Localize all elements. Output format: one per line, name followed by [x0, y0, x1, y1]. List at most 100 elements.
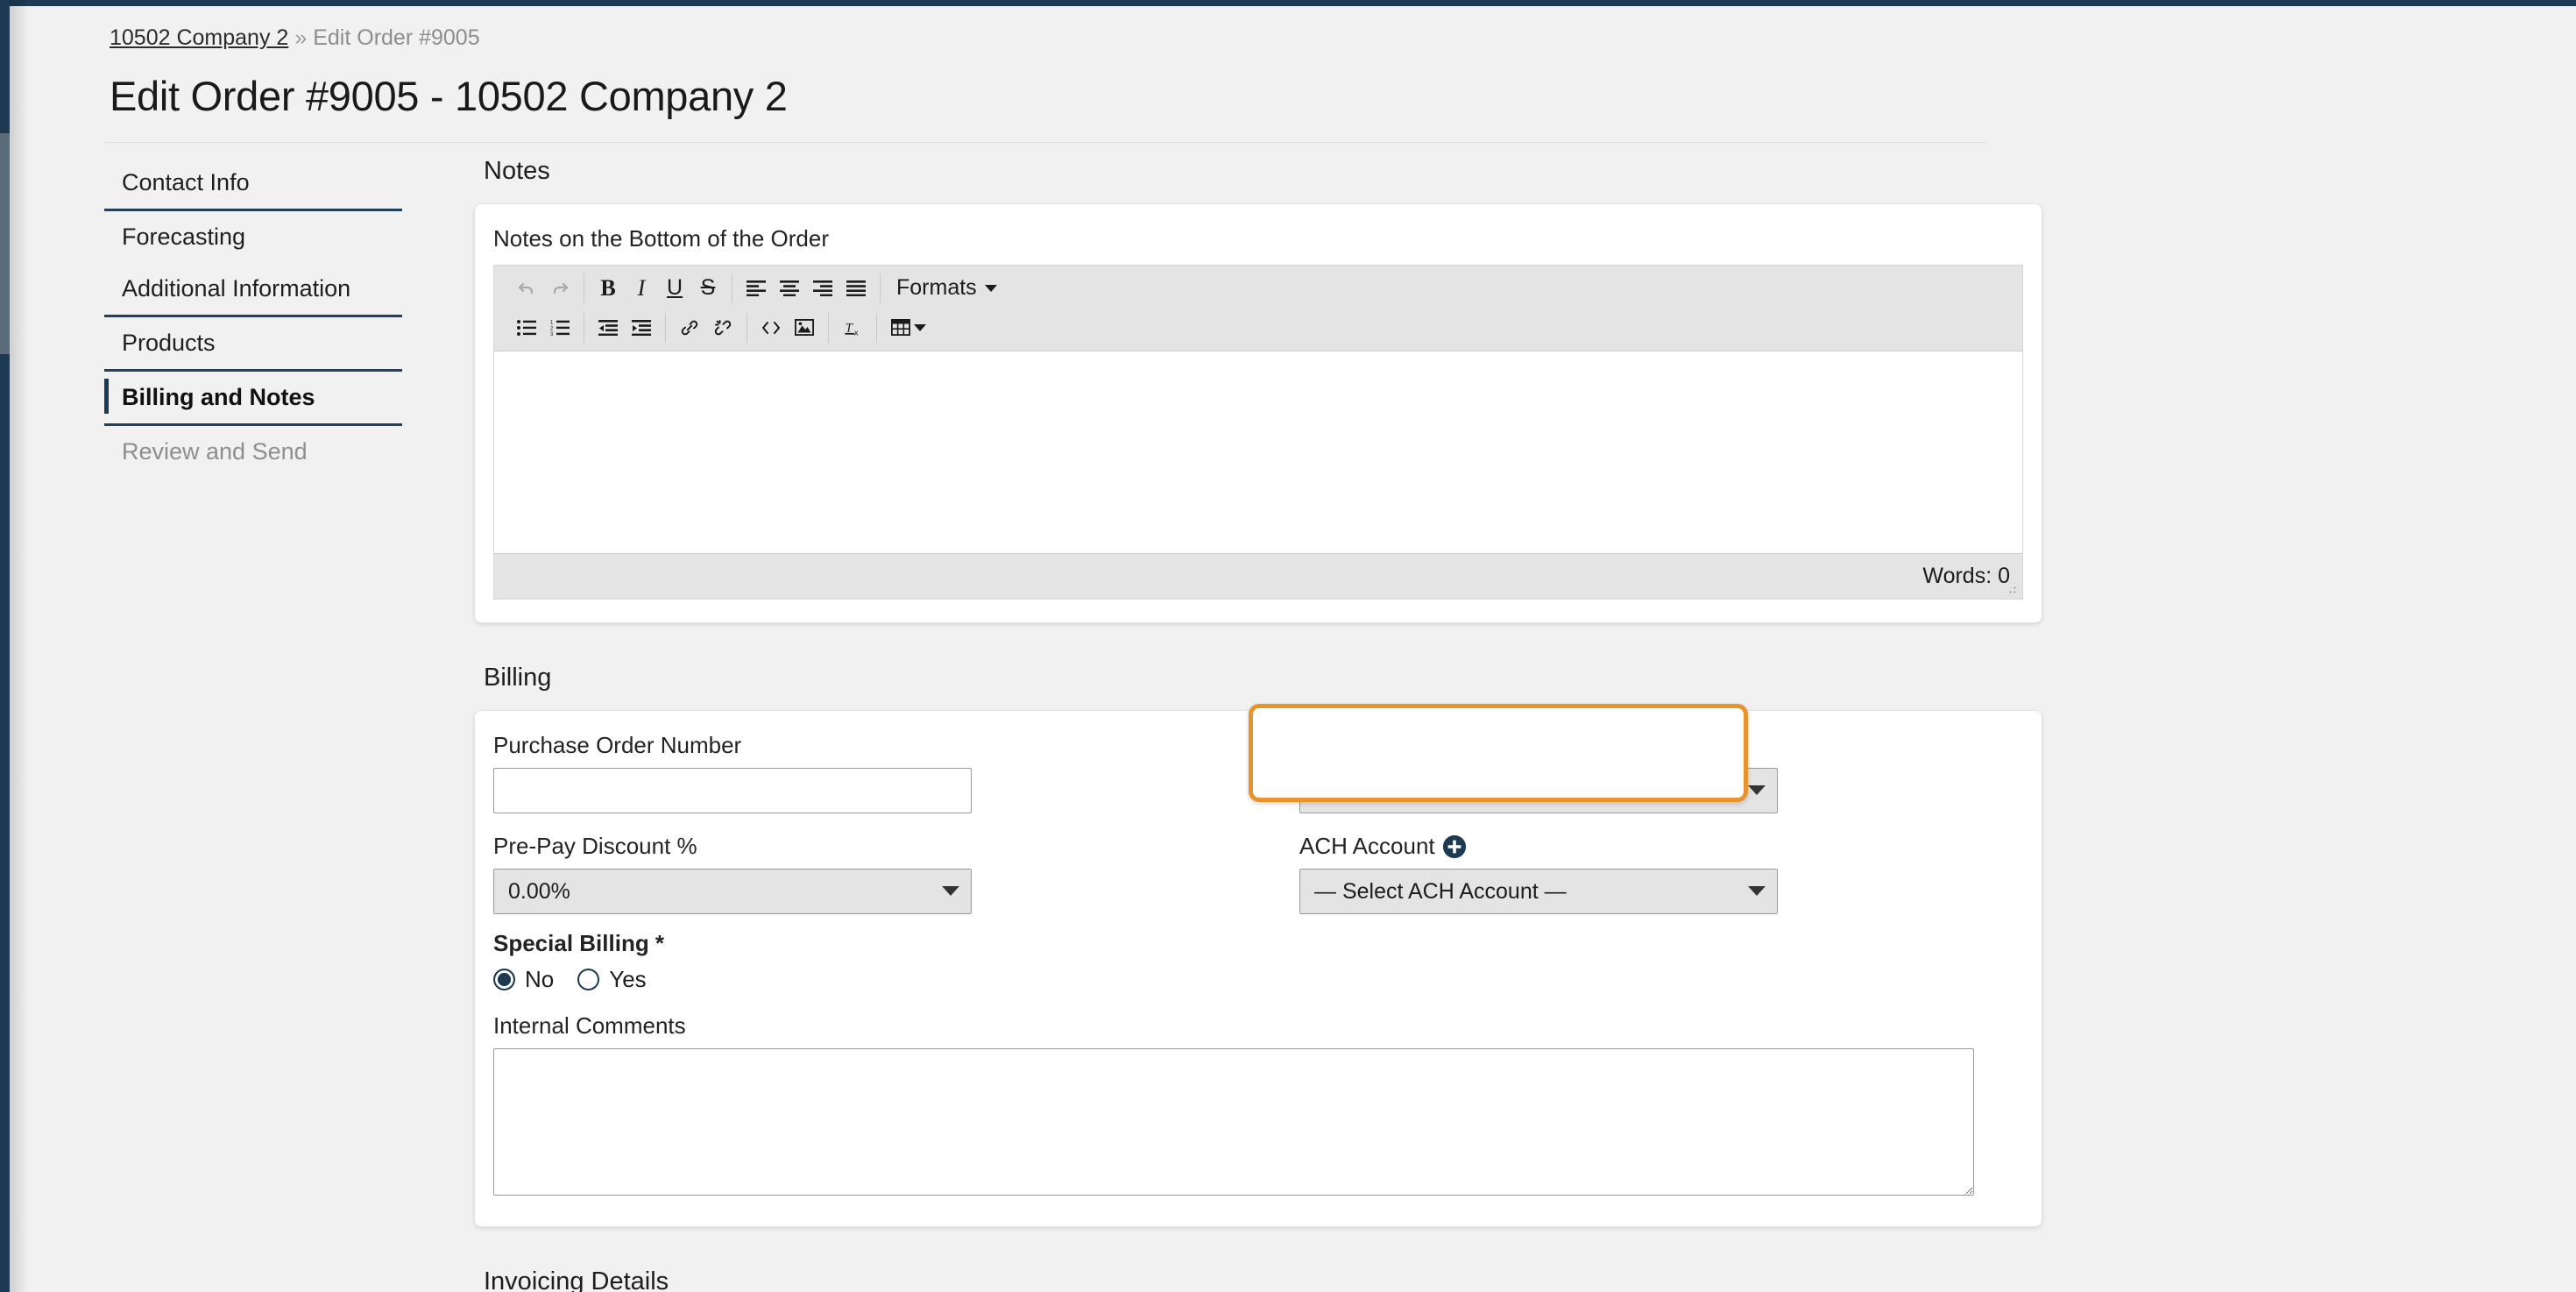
sidebar-item-additional-information[interactable]: Additional Information — [104, 263, 402, 315]
add-ach-account-plus-circle-icon[interactable] — [1443, 835, 1466, 858]
word-count: Words: 0 — [1922, 564, 2010, 589]
text-style-group: B I U S — [584, 273, 732, 303]
breadcrumb: 10502 Company 2»Edit Order #9005 — [110, 25, 480, 51]
special-billing-label: Special Billing * — [493, 930, 2023, 957]
insert-group — [747, 313, 828, 343]
sidebar-item-label: Billing and Notes — [122, 384, 315, 410]
billing-left-column: Purchase Order Number Pre-Pay Discount %… — [493, 732, 1019, 934]
sidebar-item-label: Products — [122, 330, 216, 356]
main-content: Notes Notes on the Bottom of the Order — [474, 157, 2042, 1292]
sidebar-item-contact-info[interactable]: Contact Info — [104, 157, 402, 209]
image-icon[interactable] — [788, 313, 821, 343]
align-justify-icon[interactable] — [839, 273, 873, 303]
billing-top-row: Purchase Order Number Pre-Pay Discount %… — [493, 732, 2023, 934]
editor-toolbar-row-1: B I U S — [494, 268, 2022, 308]
editor-toolbar: B I U S — [494, 266, 2022, 351]
chevron-down-icon — [942, 886, 959, 896]
billing-card: Purchase Order Number Pre-Pay Discount %… — [474, 710, 2042, 1227]
add-credit-card-plus-circle-icon[interactable] — [1424, 735, 1447, 757]
purchase-order-field: Purchase Order Number — [493, 732, 1019, 813]
sidebar-item-label: Review and Send — [122, 438, 308, 465]
ach-account-label-text: ACH Account — [1299, 833, 1435, 860]
table-group — [876, 313, 933, 343]
internal-comments-textarea[interactable] — [493, 1048, 1974, 1196]
list-group: 123 — [503, 313, 584, 343]
step-sidebar: Contact Info Forecasting Additional Info… — [104, 157, 402, 478]
redo-icon[interactable] — [543, 273, 577, 303]
unlink-icon[interactable] — [706, 313, 740, 343]
title-divider — [104, 142, 1988, 143]
remove-format-icon[interactable]: Tx — [836, 313, 869, 343]
undo-icon[interactable] — [510, 273, 543, 303]
breadcrumb-company-link[interactable]: 10502 Company 2 — [110, 25, 288, 50]
ach-account-label: ACH Account — [1299, 833, 1825, 860]
prepay-discount-select[interactable]: 0.00% — [493, 869, 972, 914]
link-icon[interactable] — [673, 313, 706, 343]
alignment-group — [732, 273, 880, 303]
formats-label: Formats — [896, 275, 977, 301]
source-code-icon[interactable] — [754, 313, 788, 343]
notes-section-heading: Notes — [484, 157, 2042, 186]
sidebar-item-label: Additional Information — [122, 275, 350, 302]
chevron-down-icon — [985, 285, 997, 292]
editor-content-area[interactable] — [494, 351, 2022, 553]
formats-dropdown[interactable]: Formats — [888, 273, 1006, 303]
strikethrough-icon[interactable]: S — [691, 273, 725, 303]
svg-text:2: 2 — [550, 326, 554, 331]
breadcrumb-separator: » — [294, 25, 307, 50]
special-billing-field: Special Billing * No Yes — [493, 930, 2023, 993]
editor-statusbar: Words: 0 — [494, 553, 2022, 599]
purchase-order-input[interactable] — [493, 768, 972, 813]
table-icon[interactable] — [884, 313, 917, 343]
ach-account-select[interactable]: — Select ACH Account — — [1299, 869, 1778, 914]
notes-field-label: Notes on the Bottom of the Order — [493, 225, 2023, 252]
internal-comments-field: Internal Comments — [493, 1012, 2023, 1200]
sidebar-item-review-and-send[interactable]: Review and Send — [104, 426, 402, 478]
sidebar-item-billing-and-notes[interactable]: Billing and Notes — [104, 372, 402, 423]
align-left-icon[interactable] — [740, 273, 773, 303]
outdent-icon[interactable] — [591, 313, 625, 343]
page-title: Edit Order #9005 - 10502 Company 2 — [110, 72, 788, 120]
ach-account-value: — Select ACH Account — — [1314, 879, 1567, 905]
special-billing-radio-no-label[interactable]: No — [525, 966, 554, 993]
align-center-icon[interactable] — [773, 273, 806, 303]
rich-text-editor: B I U S — [493, 265, 2023, 600]
sidebar-item-label: Contact Info — [122, 169, 250, 195]
left-nav-rail — [0, 0, 10, 1292]
bullet-list-icon[interactable] — [510, 313, 543, 343]
app-root: 10502 Company 2»Edit Order #9005 Edit Or… — [0, 0, 2576, 1292]
credit-card-label-text: Credit Card — [1299, 732, 1416, 759]
page-body: 10502 Company 2»Edit Order #9005 Edit Or… — [10, 6, 2576, 1292]
credit-card-value: VISA, Card Number ending #1111, Exp. 03/… — [1314, 778, 1735, 804]
align-right-icon[interactable] — [806, 273, 839, 303]
history-group — [503, 273, 584, 303]
special-billing-radio-yes-label[interactable]: Yes — [609, 966, 646, 993]
formats-group: Formats — [880, 273, 1013, 303]
underline-icon[interactable]: U — [658, 273, 691, 303]
svg-text:x: x — [854, 328, 859, 337]
special-billing-radio-group: No Yes — [493, 966, 2023, 993]
special-billing-radio-no[interactable] — [493, 969, 515, 990]
scrollbar-thumb[interactable] — [0, 133, 10, 354]
credit-card-select[interactable]: VISA, Card Number ending #1111, Exp. 03/… — [1299, 768, 1778, 813]
numbered-list-icon[interactable]: 123 — [543, 313, 577, 343]
special-billing-radio-yes[interactable] — [577, 969, 599, 990]
italic-icon[interactable]: I — [625, 273, 658, 303]
prepay-discount-label: Pre-Pay Discount % — [493, 833, 1019, 860]
chevron-down-icon — [1748, 886, 1766, 896]
svg-text:1: 1 — [550, 320, 554, 325]
invoicing-section-heading: Invoicing Details — [484, 1267, 2042, 1292]
notes-card: Notes on the Bottom of the Order — [474, 203, 2042, 623]
indent-icon[interactable] — [625, 313, 658, 343]
prepay-discount-value: 0.00% — [508, 879, 570, 905]
link-group — [665, 313, 747, 343]
sidebar-item-products[interactable]: Products — [104, 317, 402, 369]
app-topbar — [0, 0, 2576, 6]
bold-icon[interactable]: B — [591, 273, 625, 303]
chevron-down-icon — [1748, 785, 1766, 795]
sidebar-item-label: Forecasting — [122, 224, 245, 250]
table-chevron-down-icon[interactable] — [914, 324, 926, 331]
sidebar-item-forecasting[interactable]: Forecasting — [104, 211, 402, 263]
ach-account-field: ACH Account — Select ACH Account — — [1299, 833, 1825, 914]
billing-section-heading: Billing — [484, 664, 2042, 692]
